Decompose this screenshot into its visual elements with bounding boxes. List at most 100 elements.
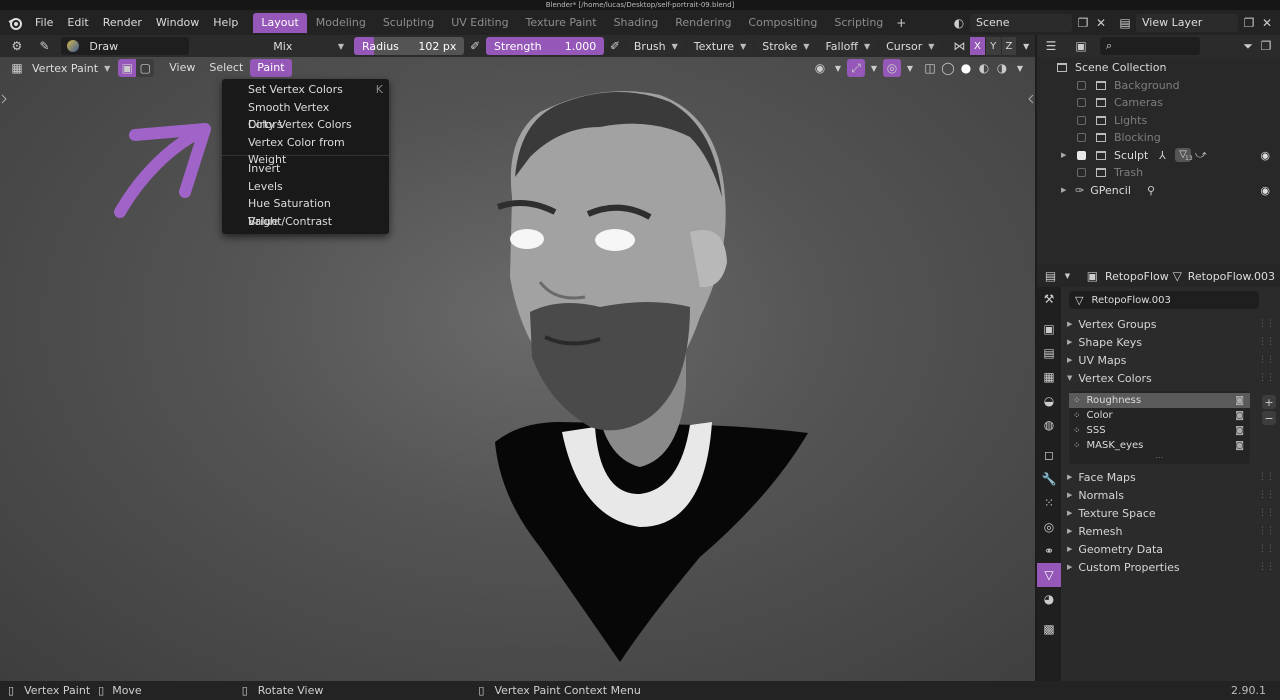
strength-slider[interactable]: Strength 1.000 <box>486 37 605 55</box>
scene-icon[interactable]: ◐ <box>950 14 968 32</box>
view-menu[interactable]: View <box>162 59 202 77</box>
properties-editor-icon[interactable]: ▤ <box>1042 267 1059 285</box>
exclude-checkbox[interactable] <box>1077 98 1086 108</box>
editor-type-icon[interactable]: ▦ <box>8 59 26 77</box>
render-tab-icon[interactable]: ▣ <box>1037 317 1061 341</box>
tool-icon[interactable]: ⚙ <box>8 37 26 55</box>
drag-handle-icon[interactable]: ⋮⋮ <box>1258 337 1275 347</box>
workspace-tab-layout[interactable]: Layout <box>253 12 307 33</box>
3d-viewport[interactable] <box>0 57 1035 681</box>
exclude-checkbox[interactable] <box>1077 150 1086 160</box>
menu-help[interactable]: Help <box>206 10 245 35</box>
outliner-row-lights[interactable]: Lights <box>1037 112 1280 130</box>
solid-shading-icon[interactable]: ● <box>957 59 975 77</box>
exclude-checkbox[interactable] <box>1077 168 1086 178</box>
outliner-row-trash[interactable]: Trash <box>1037 164 1280 182</box>
expand-arrow-icon[interactable]: ▶ <box>1061 151 1077 159</box>
world-tab-icon[interactable]: ◍ <box>1037 413 1061 437</box>
vertex-color-row-sss[interactable]: ⁘ SSS ◙ <box>1069 423 1250 438</box>
section-texture-space[interactable]: ▶ Texture Space ⋮⋮ <box>1061 504 1280 522</box>
menu-edit[interactable]: Edit <box>60 10 95 35</box>
mirror-y-toggle[interactable]: Y <box>985 37 1001 55</box>
face-mask-icon[interactable]: ▣ <box>118 59 137 77</box>
eye-icon[interactable]: ◉ <box>1260 149 1270 162</box>
menu-render[interactable]: Render <box>96 10 149 35</box>
outliner-search-input[interactable]: ⌕ <box>1100 37 1200 55</box>
object-tab-icon[interactable]: ◻ <box>1037 443 1061 467</box>
menu-item-bright-contrast[interactable]: Bright/Contrast <box>222 213 389 231</box>
mode-selector[interactable]: Vertex Paint ▼ <box>26 59 116 77</box>
mirror-z-toggle[interactable]: Z <box>1001 37 1017 55</box>
tool-tab-icon[interactable]: ⚒ <box>1037 287 1061 311</box>
texture-menu[interactable]: Texture ▼ <box>687 37 753 55</box>
brush-selector[interactable]: Draw <box>61 37 190 55</box>
vertex-color-row-mask-eyes[interactable]: ⁘ MASK_eyes ◙ <box>1069 438 1250 453</box>
material-shading-icon[interactable]: ◐ <box>975 59 993 77</box>
drag-handle-icon[interactable]: ⋮⋮ <box>1258 508 1275 518</box>
filter-icon[interactable]: ⏷ <box>1239 37 1257 55</box>
wireframe-shading-icon[interactable]: ◯ <box>939 59 957 77</box>
rendered-shading-icon[interactable]: ◑ <box>993 59 1011 77</box>
drag-handle-icon[interactable]: ⋮⋮ <box>1258 562 1275 572</box>
paint-menu[interactable]: Paint <box>250 59 292 77</box>
outliner-row-gpencil[interactable]: ▶ ✑ GPencil ⚲ ◉ <box>1037 182 1280 200</box>
camera-icon[interactable]: ◙ <box>1235 426 1244 436</box>
workspace-tab-compositing[interactable]: Compositing <box>740 13 825 33</box>
symmetry-options-icon[interactable]: ▾ <box>1017 37 1035 55</box>
add-vertex-color-button[interactable]: + <box>1262 395 1276 409</box>
menu-window[interactable]: Window <box>149 10 206 35</box>
view-layer-icon[interactable]: ▤ <box>1116 14 1134 32</box>
eye-icon[interactable]: ◉ <box>1260 184 1270 197</box>
section-vertex-groups[interactable]: ▶ Vertex Groups ⋮⋮ <box>1061 315 1280 333</box>
add-workspace-icon[interactable]: + <box>892 14 910 32</box>
menu-item-vertex-color-from-weight[interactable]: Vertex Color from Weight <box>222 134 389 167</box>
scene-tab-icon[interactable]: ◒ <box>1037 389 1061 413</box>
chevron-down-icon[interactable]: ▼ <box>901 59 919 77</box>
section-remesh[interactable]: ▶ Remesh ⋮⋮ <box>1061 522 1280 540</box>
chevron-down-icon[interactable]: ▼ <box>829 59 847 77</box>
outliner-row-cameras[interactable]: Cameras <box>1037 94 1280 112</box>
drag-handle-icon[interactable]: ⋮⋮ <box>1258 472 1275 482</box>
radius-pressure-icon[interactable]: ✐ <box>466 37 484 55</box>
outliner-row-background[interactable]: Background <box>1037 77 1280 95</box>
display-mode-icon[interactable]: ▣ <box>1072 37 1090 55</box>
symmetry-icon[interactable]: ⋈ <box>950 37 968 55</box>
workspace-tab-shading[interactable]: Shading <box>606 13 667 33</box>
vertex-color-row-roughness[interactable]: ⁘ Roughness ◙ <box>1069 393 1250 408</box>
texture-tab-icon[interactable]: ▩ <box>1037 617 1061 641</box>
camera-icon[interactable]: ◙ <box>1235 396 1244 406</box>
drag-handle-icon[interactable]: ⋮⋮ <box>1258 544 1275 554</box>
menu-item-invert[interactable]: Invert <box>222 160 389 178</box>
drag-handle-icon[interactable]: ⋮⋮ <box>1258 319 1275 329</box>
view-layer-tab-icon[interactable]: ▦ <box>1037 365 1061 389</box>
workspace-tab-rendering[interactable]: Rendering <box>667 13 739 33</box>
outliner-scene-collection[interactable]: Scene Collection <box>1037 59 1280 77</box>
workspace-tab-texture-paint[interactable]: Texture Paint <box>518 13 605 33</box>
camera-icon[interactable]: ◙ <box>1235 411 1244 421</box>
visibility-icon[interactable]: ◉ <box>811 59 829 77</box>
cursor-menu[interactable]: Cursor ▼ <box>880 37 941 55</box>
select-menu[interactable]: Select <box>202 59 250 77</box>
vertex-mask-icon[interactable]: ▢ <box>136 59 155 77</box>
material-tab-icon[interactable]: ◕ <box>1037 587 1061 611</box>
drag-handle-icon[interactable]: ⋮⋮ <box>1258 526 1275 536</box>
brush-menu[interactable]: Brush ▼ <box>627 37 684 55</box>
section-shape-keys[interactable]: ▶ Shape Keys ⋮⋮ <box>1061 333 1280 351</box>
menu-item-smooth-vertex-colors[interactable]: Smooth Vertex Colors <box>222 99 389 132</box>
workspace-tab-scripting[interactable]: Scripting <box>826 13 891 33</box>
modifier-tab-icon[interactable]: 🔧 <box>1037 467 1061 491</box>
drag-handle-icon[interactable]: ⋮⋮ <box>1258 355 1275 365</box>
exclude-checkbox[interactable] <box>1077 80 1086 90</box>
brush-tool-icon[interactable]: ✎ <box>36 37 54 55</box>
gizmo-icon[interactable]: ⤢ <box>847 59 865 77</box>
exclude-checkbox[interactable] <box>1077 133 1086 143</box>
mesh-name-field[interactable]: ▽ RetopoFlow.003 <box>1069 291 1259 309</box>
workspace-tab-uv-editing[interactable]: UV Editing <box>443 13 516 33</box>
overlay-icon[interactable]: ◎ <box>883 59 901 77</box>
menu-item-set-vertex-colors[interactable]: Set Vertex Colors K <box>222 81 389 99</box>
blend-mode-dropdown[interactable]: Mix ▼ <box>267 37 351 55</box>
xray-icon[interactable]: ◫ <box>921 59 939 77</box>
vertex-color-row-color[interactable]: ⁘ Color ◙ <box>1069 408 1250 423</box>
drag-handle-icon[interactable]: ⋮⋮ <box>1258 373 1275 383</box>
blender-logo-icon[interactable] <box>6 14 24 32</box>
